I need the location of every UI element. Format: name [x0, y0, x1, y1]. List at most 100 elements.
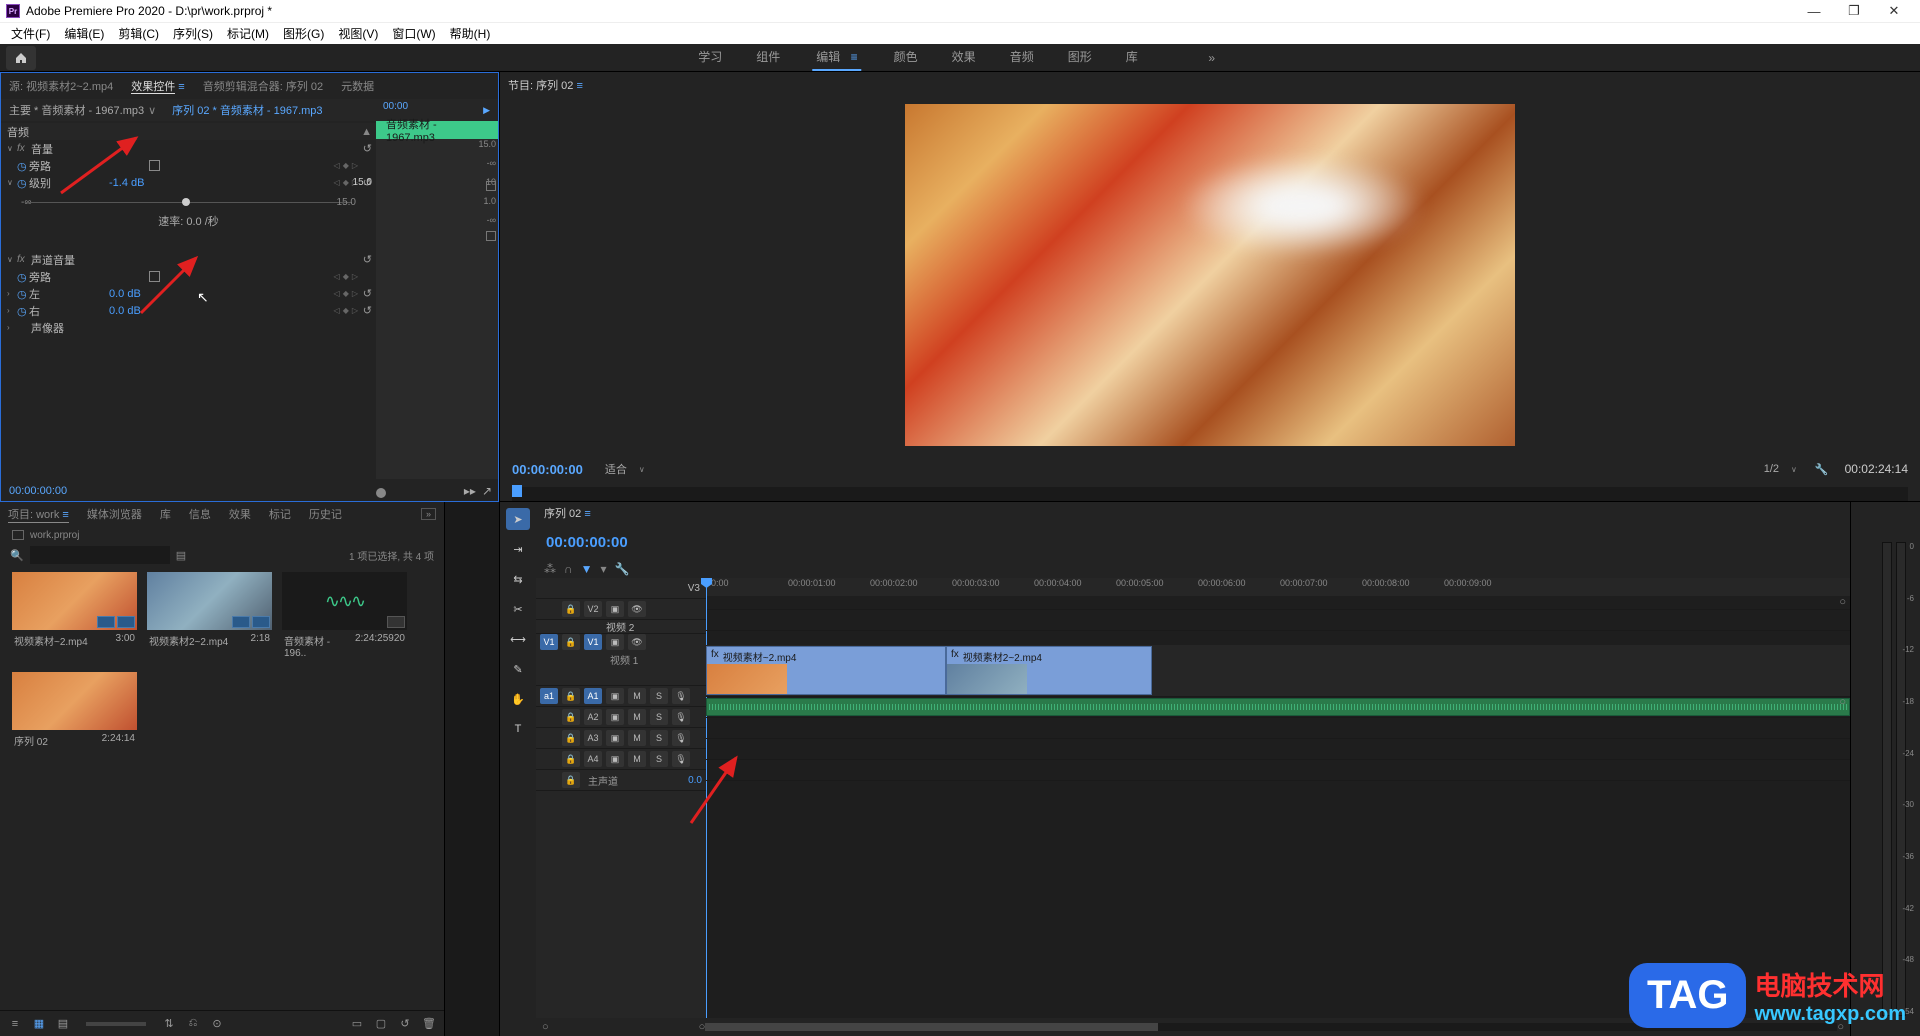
track-a3[interactable]: [706, 739, 1850, 760]
new-bin-icon[interactable]: ▭: [350, 1017, 364, 1030]
tab-markers[interactable]: 标记: [269, 506, 291, 522]
program-tc[interactable]: 00:00:00:00: [512, 462, 583, 477]
wrench-icon[interactable]: 🔧: [615, 562, 630, 576]
video-clip[interactable]: fx视频素材2~2.mp4: [946, 646, 1152, 695]
zoom-fit[interactable]: 适合: [605, 461, 627, 477]
reset-icon[interactable]: ↺: [363, 287, 372, 300]
audio-clip[interactable]: [706, 698, 1850, 716]
chevron-down-icon[interactable]: ∨: [1791, 465, 1797, 474]
bypass-checkbox[interactable]: [149, 160, 160, 171]
automate-icon[interactable]: ⎌: [186, 1017, 200, 1030]
tab-project[interactable]: 项目: work ≡: [8, 506, 69, 523]
zoom-slider[interactable]: [86, 1022, 146, 1026]
ws-effects[interactable]: 效果: [950, 44, 978, 71]
reset-icon[interactable]: ↺: [363, 253, 372, 266]
menu-marker[interactable]: 标记(M): [220, 25, 276, 42]
program-viewport[interactable]: [500, 98, 1920, 451]
tab-sequence[interactable]: 序列 02 ≡: [544, 505, 591, 521]
project-item[interactable]: ∿∿∿ 音频素材 - 196..2:24:25920: [282, 572, 407, 662]
track-header-a4[interactable]: 🔒A4▣MS🎙: [536, 749, 706, 770]
track-header-v3[interactable]: V3: [536, 578, 706, 599]
maximize-button[interactable]: ❐: [1834, 0, 1874, 22]
tabs-overflow[interactable]: »: [421, 508, 436, 520]
menu-view[interactable]: 视图(V): [331, 25, 385, 42]
close-button[interactable]: ✕: [1874, 0, 1914, 22]
ws-graphics[interactable]: 图形: [1066, 44, 1094, 71]
ec-level-row[interactable]: ∨◷ 级别 -1.4 dB ◁◆▷ ↺: [1, 174, 376, 191]
linked-selection-icon[interactable]: ∩: [564, 562, 573, 576]
video-clip[interactable]: fx视频素材~2.mp4: [706, 646, 946, 695]
ec-volume-row[interactable]: ∨fx 音量 ↺: [1, 140, 376, 157]
menu-edit[interactable]: 编辑(E): [57, 25, 111, 42]
settings-icon[interactable]: ▾: [601, 562, 607, 576]
timeline-tracks[interactable]: 00:00 00:00:01:00 00:00:02:00 00:00:03:0…: [706, 578, 1850, 1018]
track-a2[interactable]: [706, 718, 1850, 739]
chevron-down-icon[interactable]: ∨: [639, 465, 645, 474]
tab-effect-controls[interactable]: 效果控件 ≡: [131, 78, 184, 94]
track-header-v1[interactable]: V1🔒V1▣👁 视频 1: [536, 634, 706, 686]
project-grid[interactable]: 视频素材~2.mp43:00 视频素材2~2.mp42:18 ∿∿∿ 音频素材 …: [0, 566, 444, 1010]
hand-tool[interactable]: ✋: [506, 688, 530, 710]
marker-icon[interactable]: ▼: [581, 562, 593, 576]
menu-sequence[interactable]: 序列(S): [166, 25, 220, 42]
ec-bypass-row[interactable]: ◷ 旁路 ◁◆▷: [1, 157, 376, 174]
track-header-a2[interactable]: 🔒A2▣MS🎙: [536, 707, 706, 728]
track-header-a1[interactable]: a1🔒A1▣MS🎙: [536, 686, 706, 707]
filter-icon[interactable]: ▤: [176, 549, 186, 562]
ec-foot-tc[interactable]: 00:00:00:00: [9, 485, 67, 497]
timeline-tc[interactable]: 00:00:00:00: [546, 534, 628, 551]
export-icon[interactable]: ↗: [482, 484, 492, 498]
track-header-a3[interactable]: 🔒A3▣MS🎙: [536, 728, 706, 749]
list-view-icon[interactable]: ≡: [8, 1018, 22, 1030]
graph-box-icon[interactable]: [486, 231, 496, 241]
menu-clip[interactable]: 剪辑(C): [111, 25, 166, 42]
type-tool[interactable]: T: [506, 718, 530, 740]
resolution-select[interactable]: 1/2: [1764, 463, 1779, 475]
clear-icon[interactable]: ↺: [398, 1017, 412, 1030]
ripple-edit-tool[interactable]: ⇆: [506, 568, 530, 590]
project-item[interactable]: 序列 022:24:14: [12, 672, 137, 751]
razor-tool[interactable]: ✂: [506, 598, 530, 620]
find-icon[interactable]: ⊙: [210, 1017, 224, 1030]
level-slider-thumb[interactable]: [182, 198, 190, 206]
track-header-master[interactable]: 🔒主声道0.0: [536, 770, 706, 791]
reset-icon[interactable]: ↺: [363, 142, 372, 155]
selection-tool[interactable]: ➤: [506, 508, 530, 530]
tab-metadata[interactable]: 元数据: [341, 78, 374, 94]
search-input[interactable]: [30, 546, 170, 564]
new-item-icon[interactable]: ▢: [374, 1017, 388, 1030]
icon-view-icon[interactable]: ▦: [32, 1017, 46, 1030]
ec-ch-bypass[interactable]: ◷ 旁路 ◁◆▷: [1, 268, 376, 285]
menu-help[interactable]: 帮助(H): [443, 25, 498, 42]
ws-color[interactable]: 颜色: [892, 44, 920, 71]
menu-file[interactable]: 文件(F): [4, 25, 57, 42]
project-item[interactable]: 视频素材2~2.mp42:18: [147, 572, 272, 662]
track-select-tool[interactable]: ⇥: [506, 538, 530, 560]
program-ruler[interactable]: [512, 487, 1908, 501]
settings-icon[interactable]: 🔧: [1815, 463, 1829, 476]
snap-icon[interactable]: ⁂: [544, 562, 556, 576]
track-a1[interactable]: [706, 697, 1850, 718]
sort-icon[interactable]: ⇅: [162, 1017, 176, 1030]
ws-audio[interactable]: 音频: [1008, 44, 1036, 71]
freeform-view-icon[interactable]: ▤: [56, 1017, 70, 1030]
menu-graphics[interactable]: 图形(G): [276, 25, 331, 42]
reset-icon[interactable]: ↺: [363, 304, 372, 317]
ec-right-row[interactable]: ›◷ 右 0.0 dB ◁◆▷ ↺: [1, 302, 376, 319]
tab-effects[interactable]: 效果: [229, 506, 251, 522]
program-playhead[interactable]: [512, 485, 522, 497]
trash-icon[interactable]: 🗑: [422, 1017, 436, 1030]
timeline-ruler[interactable]: 00:00 00:00:01:00 00:00:02:00 00:00:03:0…: [706, 578, 1850, 596]
home-button[interactable]: [6, 46, 36, 70]
ws-learn[interactable]: 学习: [696, 44, 724, 71]
bypass-checkbox[interactable]: [149, 271, 160, 282]
project-item[interactable]: 视频素材~2.mp43:00: [12, 572, 137, 662]
ws-edit[interactable]: 编辑 ≡: [812, 44, 861, 71]
ec-channel-row[interactable]: ∨fx 声道音量 ↺: [1, 251, 376, 268]
tab-history[interactable]: 历史记: [309, 506, 342, 522]
timeline-playhead[interactable]: [706, 578, 707, 1018]
search-icon[interactable]: 🔍: [10, 549, 24, 562]
ws-overflow[interactable]: »: [1200, 44, 1224, 71]
minimize-button[interactable]: —: [1794, 0, 1834, 22]
loop-icon[interactable]: ▸▸: [464, 484, 476, 498]
